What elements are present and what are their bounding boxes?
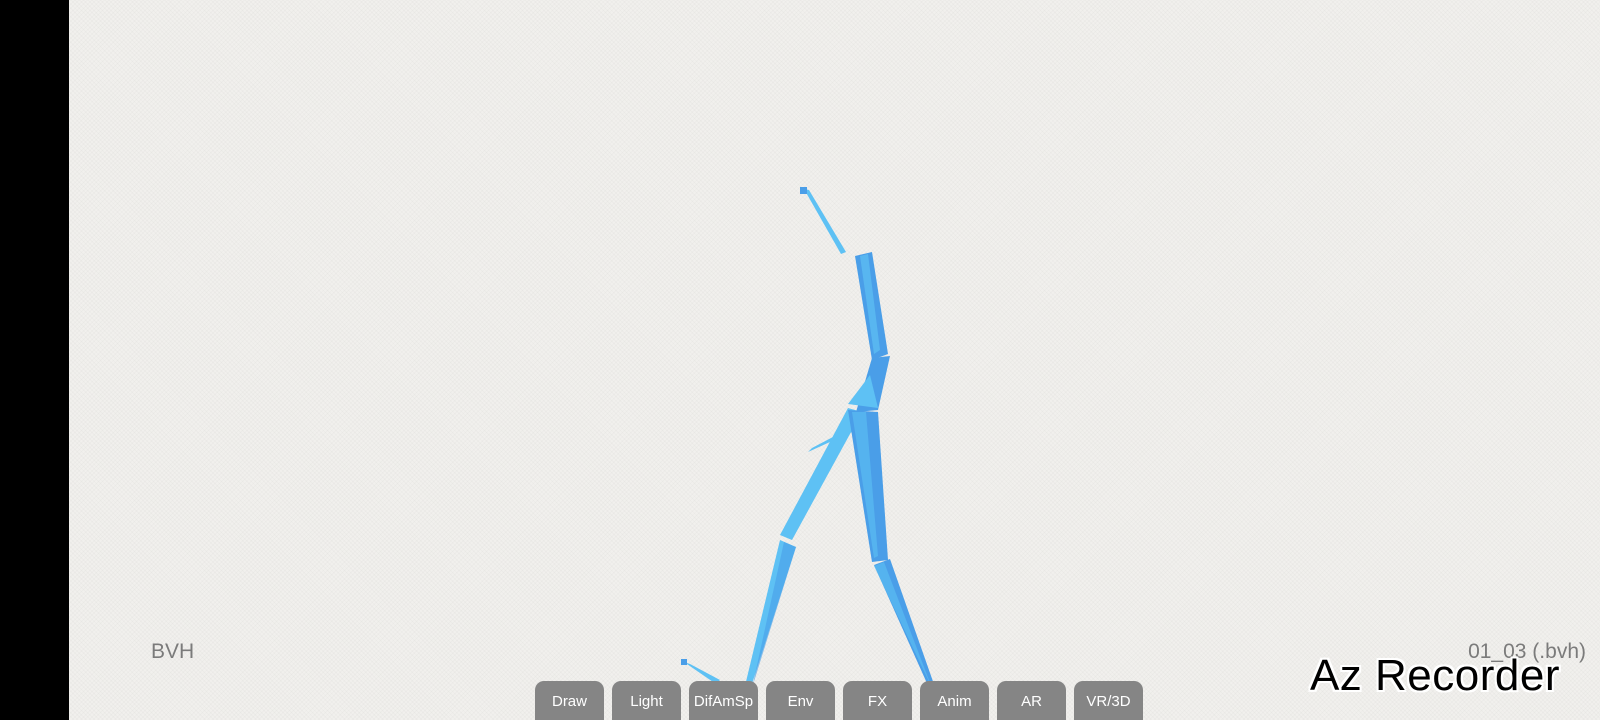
bottom-toolbar: Draw Light DifAmSp Env FX Anim AR VR/3D xyxy=(535,681,1143,720)
recorder-watermark: Az Recorder xyxy=(1309,651,1560,700)
back-shin-shade xyxy=(752,542,796,688)
fx-button[interactable]: FX xyxy=(843,681,912,720)
light-button[interactable]: Light xyxy=(612,681,681,720)
back-thigh-bone xyxy=(780,408,862,540)
head-bone xyxy=(804,189,846,254)
head-joint xyxy=(800,187,807,194)
draw-button[interactable]: Draw xyxy=(535,681,604,720)
env-button[interactable]: Env xyxy=(766,681,835,720)
front-shin-highlight xyxy=(874,562,932,688)
anim-button[interactable]: Anim xyxy=(920,681,989,720)
app-screen: BVH 01_03 (.bvh) Draw Light DifAmSp Env … xyxy=(0,0,1600,720)
vr-3d-button[interactable]: VR/3D xyxy=(1074,681,1143,720)
ar-button[interactable]: AR xyxy=(997,681,1066,720)
mode-label: BVH xyxy=(151,640,195,663)
left-black-bar xyxy=(0,0,69,720)
3d-viewport[interactable]: BVH 01_03 (.bvh) xyxy=(69,0,1600,720)
dif-am-sp-button[interactable]: DifAmSp xyxy=(689,681,758,720)
foot-joint xyxy=(681,659,687,665)
skeleton-figure xyxy=(681,187,936,690)
